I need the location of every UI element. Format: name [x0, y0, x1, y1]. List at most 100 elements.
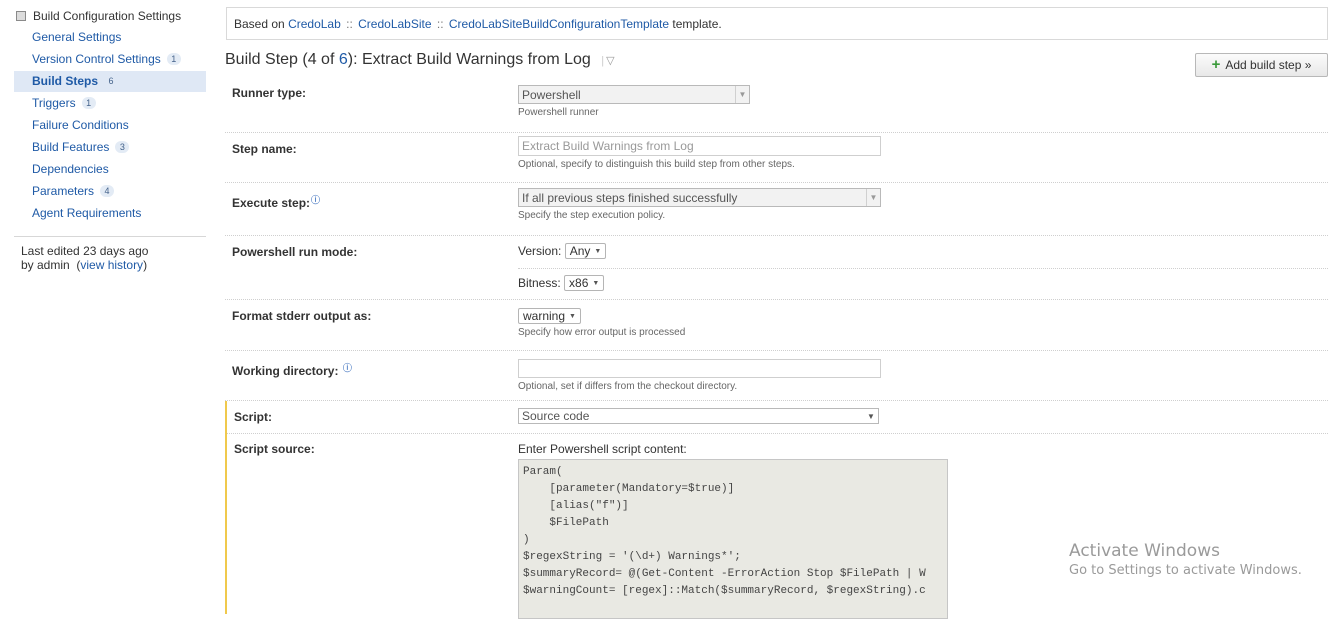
stderr-note: Specify how error output is processed	[518, 327, 686, 338]
runner-type-select[interactable]: Powershell ▼	[518, 85, 750, 104]
execute-step-label-wrap: Execute step:ⓘ	[232, 193, 320, 210]
view-history-link[interactable]: view history	[80, 258, 143, 272]
title-suffix: ): Extract Build Warnings from Log	[347, 51, 591, 68]
dropdown-arrow-icon: ▼	[569, 312, 576, 320]
dropdown-arrow-icon: ▼	[867, 411, 875, 421]
stderr-value: warning	[523, 309, 566, 323]
runner-type-value: Powershell	[522, 87, 581, 102]
working-dir-label: Working directory:	[232, 364, 339, 378]
add-build-step-button[interactable]: + Add build step »	[1195, 53, 1328, 77]
dropdown-arrow-icon: ▼	[735, 86, 749, 103]
step-name-input[interactable]	[518, 136, 881, 156]
script-type-select[interactable]: Source code ▼	[518, 408, 879, 424]
breadcrumb-separator: ::	[436, 17, 444, 31]
bitness-label: Bitness:	[518, 276, 561, 290]
version-line: Version: Any ▼	[518, 243, 1328, 269]
script-source-row: Script source: Enter Powershell script c…	[225, 434, 1328, 619]
add-build-step-label: Add build step »	[1225, 58, 1312, 72]
sidebar-item-label: Agent Requirements	[32, 206, 142, 220]
version-label: Version:	[518, 244, 562, 258]
build-step-form: Runner type: Powershell ▼ Powershell run…	[225, 79, 1328, 619]
breadcrumb-project[interactable]: CredoLab	[288, 17, 341, 31]
collapse-icon[interactable]	[16, 11, 26, 21]
sidebar-item-failure-conditions[interactable]: Failure Conditions	[14, 115, 206, 136]
execute-step-label: Execute step:	[232, 196, 311, 210]
dropdown-arrow-icon: ▼	[866, 189, 880, 206]
version-select[interactable]: Any ▼	[564, 243, 607, 259]
sidebar-item-triggers[interactable]: Triggers 1	[14, 93, 206, 114]
run-mode-row: Powershell run mode: Version: Any ▼ Bitne…	[225, 236, 1328, 300]
sidebar-header-label: Build Configuration Settings	[33, 9, 182, 23]
watermark-subtitle: Go to Settings to activate Windows.	[1069, 563, 1302, 578]
sidebar-item-parameters[interactable]: Parameters 4	[14, 181, 206, 202]
execute-step-select[interactable]: If all previous steps finished successfu…	[518, 188, 881, 207]
step-name-label: Step name:	[232, 142, 297, 156]
sidebar-item-build-steps[interactable]: Build Steps 6	[14, 71, 206, 92]
banner-prefix: Based on	[234, 17, 285, 31]
chevron-down-icon[interactable]: ▽	[606, 55, 614, 67]
execute-step-note: Specify the step execution policy.	[518, 210, 666, 221]
step-name-note: Optional, specify to distinguish this bu…	[518, 159, 795, 170]
script-row: Script: Source code ▼	[225, 401, 1328, 434]
runner-type-row: Runner type: Powershell ▼ Powershell run…	[225, 79, 1328, 133]
count-badge: 6	[108, 76, 114, 86]
help-icon[interactable]: ⓘ	[343, 363, 352, 373]
bitness-line: Bitness: x86 ▼	[518, 275, 1328, 291]
watermark-title: Activate Windows	[1069, 541, 1220, 561]
working-dir-input[interactable]	[518, 359, 881, 378]
sidebar-item-label: Parameters	[32, 184, 95, 198]
working-dir-label-wrap: Working directory: ⓘ	[232, 361, 352, 378]
script-source-label: Script source:	[234, 442, 315, 456]
breadcrumb-subproject[interactable]: CredoLabSite	[358, 17, 431, 31]
last-edited-label: Last edited	[21, 244, 80, 258]
sidebar-item-label: Build Features	[32, 140, 110, 154]
stderr-row: Format stderr output as: warning ▼ Specif…	[225, 300, 1328, 351]
highlight-bar	[225, 434, 227, 614]
runner-type-label: Runner type:	[232, 86, 307, 100]
last-edited-info: Last edited 23 days ago by admin (view h…	[14, 236, 206, 272]
sidebar-header[interactable]: Build Configuration Settings	[14, 6, 206, 26]
count-badge: 1	[81, 97, 96, 109]
edited-by: by admin	[21, 258, 70, 272]
version-value: Any	[569, 244, 591, 258]
count-badge: 1	[166, 53, 181, 65]
step-menu-toggle[interactable]: | ▽	[601, 55, 614, 67]
windows-activation-watermark: Activate Windows Go to Settings to activ…	[1069, 541, 1302, 578]
sidebar-item-label: General Settings	[32, 30, 122, 44]
sidebar-item-dependencies[interactable]: Dependencies	[14, 159, 206, 180]
sidebar-item-agent-requirements[interactable]: Agent Requirements	[14, 203, 206, 224]
sidebar-item-version-control-settings[interactable]: Version Control Settings 1	[14, 49, 206, 70]
bitness-select[interactable]: x86 ▼	[564, 275, 605, 291]
help-icon[interactable]: ⓘ	[311, 195, 320, 205]
runner-type-note: Powershell runner	[518, 107, 599, 118]
bitness-value: x86	[569, 276, 589, 290]
step-name-row: Step name: Optional, specify to distingu…	[225, 133, 1328, 183]
script-label: Script:	[234, 410, 273, 424]
sidebar-item-label: Triggers	[32, 96, 76, 110]
script-source-editor[interactable]: Param( [parameter(Mandatory=$true)] [ali…	[518, 459, 948, 619]
stderr-select[interactable]: warning ▼	[518, 308, 581, 324]
sidebar-item-label: Build Steps	[32, 74, 99, 88]
highlight-bar	[225, 401, 227, 434]
breadcrumb-template[interactable]: CredoLabSiteBuildConfigurationTemplate	[449, 17, 669, 31]
script-type-value: Source code	[522, 409, 590, 423]
breadcrumb-separator: ::	[346, 17, 353, 31]
dropdown-arrow-icon: ▼	[592, 279, 600, 287]
settings-sidebar: Build Configuration Settings General Set…	[14, 6, 206, 272]
last-edited-time: 23 days ago	[83, 244, 149, 258]
count-badge: 3	[115, 141, 130, 153]
execute-step-value: If all previous steps finished successfu…	[522, 190, 738, 205]
sidebar-item-label: Version Control Settings	[32, 52, 161, 66]
sidebar-item-build-features[interactable]: Build Features 3	[14, 137, 206, 158]
template-banner: Based on CredoLab :: CredoLabSite :: Cre…	[226, 7, 1328, 40]
working-dir-row: Working directory: ⓘ Optional, set if di…	[225, 351, 1328, 401]
page-title: Build Step (4 of 6): Extract Build Warni…	[225, 51, 615, 69]
script-source-caption: Enter Powershell script content:	[518, 442, 687, 456]
working-dir-note: Optional, set if differs from the checko…	[518, 381, 738, 392]
sidebar-item-general-settings[interactable]: General Settings	[14, 27, 206, 48]
sidebar-item-label: Dependencies	[32, 162, 109, 176]
banner-suffix: template.	[672, 17, 722, 31]
plus-icon: +	[1211, 56, 1221, 73]
steps-total-link[interactable]: 6	[339, 51, 348, 68]
run-mode-label: Powershell run mode:	[232, 245, 358, 259]
